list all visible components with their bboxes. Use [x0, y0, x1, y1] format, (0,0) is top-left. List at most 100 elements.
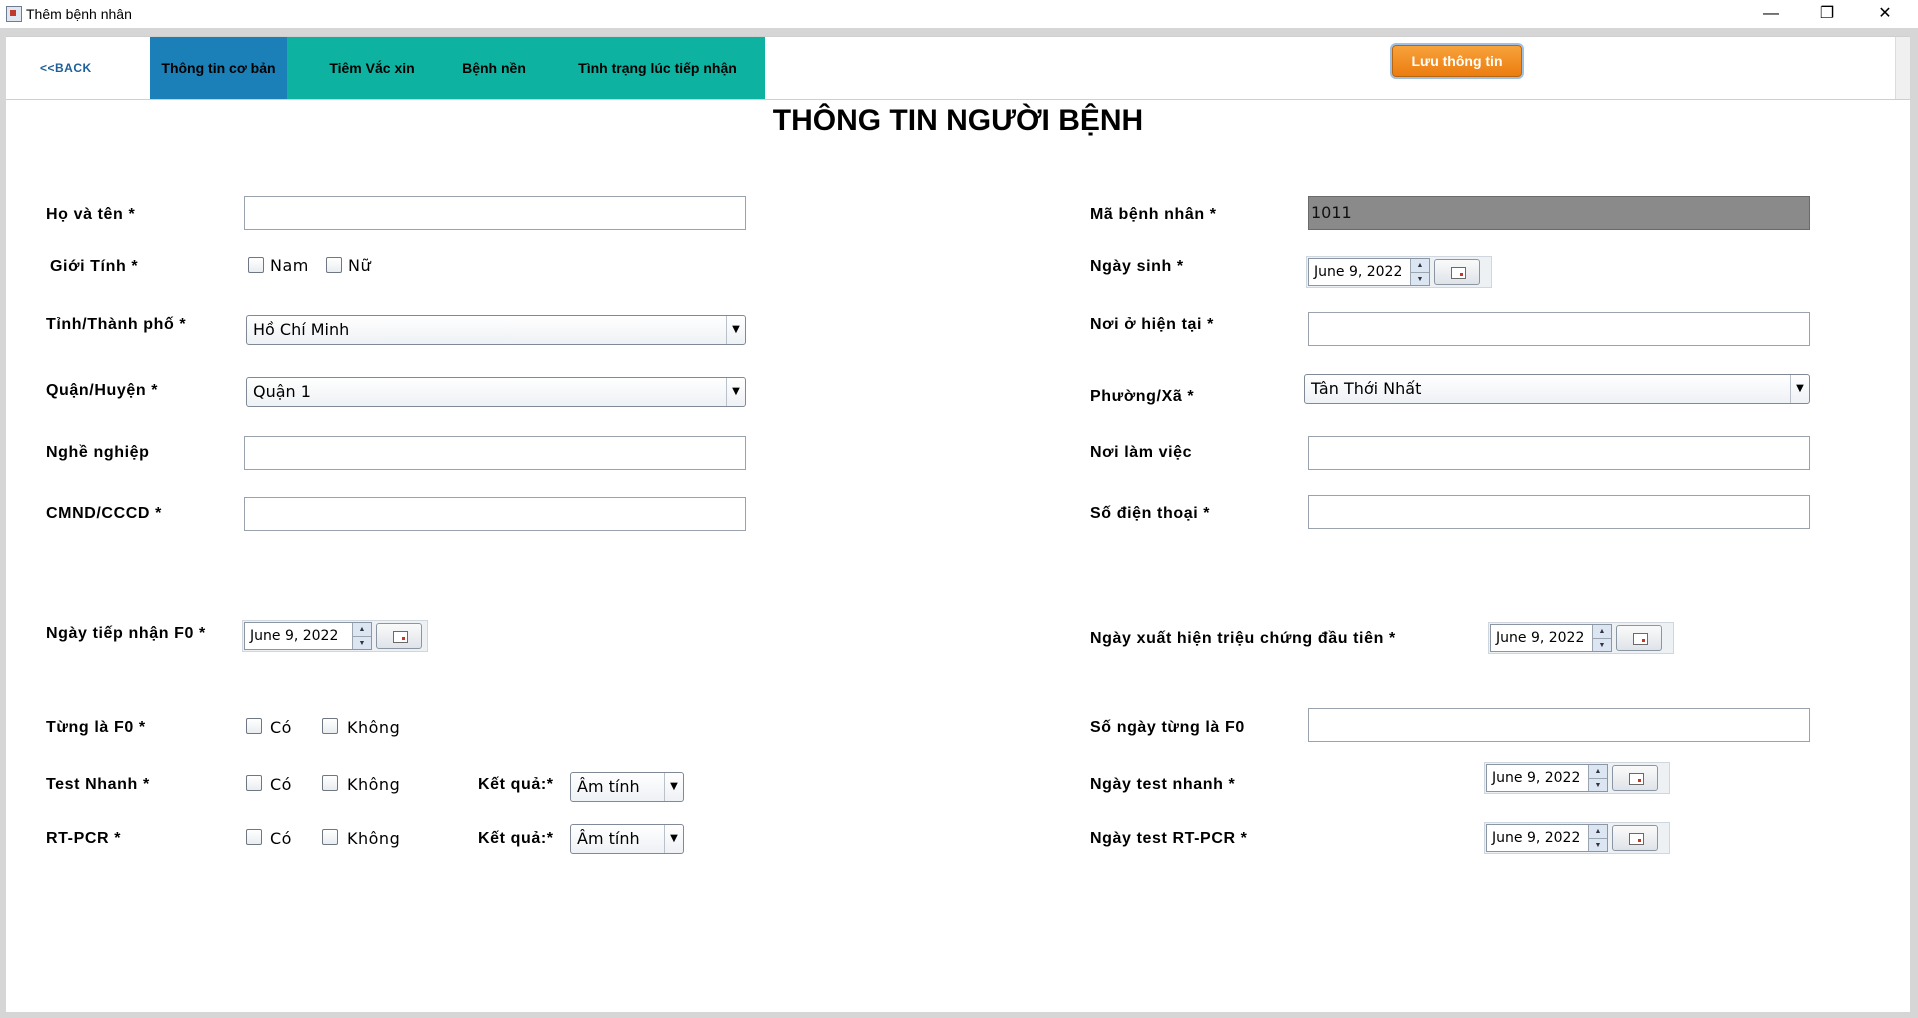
save-button[interactable]: Lưu thông tin [1392, 45, 1522, 77]
district-select[interactable]: Quận 1 ▼ [246, 377, 746, 407]
was-f0-yes-label: Có [270, 718, 292, 737]
chevron-down-icon: ▼ [726, 378, 745, 406]
rapid-date-spinner[interactable]: June 9, 2022 ▲ ▼ [1486, 764, 1608, 792]
spinner-buttons[interactable]: ▲ ▼ [1592, 625, 1611, 651]
pcr-yes-checkbox[interactable] [246, 829, 262, 845]
scrollbar[interactable] [1895, 37, 1910, 99]
spinner-buttons[interactable]: ▲ ▼ [1410, 259, 1429, 285]
close-button[interactable]: ✕ [1862, 0, 1908, 28]
rapid-no-checkbox[interactable] [322, 775, 338, 791]
rapid-result-value: Âm tính [577, 777, 640, 796]
tab-bar: Thông tin cơ bản Tiêm Vắc xin Bệnh nền T… [150, 37, 765, 99]
phone-label: Số điện thoại * [1090, 505, 1211, 522]
dob-value: June 9, 2022 [1314, 264, 1403, 280]
calendar-icon [1629, 833, 1644, 845]
rapid-yes-checkbox[interactable] [246, 775, 262, 791]
calendar-icon [1633, 633, 1648, 645]
workplace-input[interactable] [1308, 436, 1810, 470]
chevron-down-icon: ▼ [664, 825, 683, 853]
id-card-input[interactable] [244, 497, 746, 531]
page-title: THÔNG TIN NGƯỜI BỆNH [772, 104, 1144, 137]
was-f0-no-label: Không [347, 718, 401, 737]
admit-date-label: Ngày tiếp nhận F0 * [46, 625, 206, 642]
rapid-calendar-button[interactable] [1612, 765, 1658, 791]
days-f0-input[interactable] [1308, 708, 1810, 742]
rapid-date-value: June 9, 2022 [1492, 770, 1581, 786]
tab-underlying-disease[interactable]: Bệnh nền [438, 37, 550, 99]
ward-select[interactable]: Tân Thới Nhất ▼ [1304, 374, 1810, 404]
male-checkbox[interactable] [248, 257, 264, 273]
pcr-result-select[interactable]: Âm tính ▼ [570, 824, 684, 854]
patient-code-input: 1011 [1308, 196, 1810, 230]
was-f0-yes-checkbox[interactable] [246, 718, 262, 734]
rt-pcr-label: RT-PCR * [46, 830, 122, 847]
admit-date-spinner[interactable]: June 9, 2022 ▲ ▼ [244, 622, 372, 650]
spinner-buttons[interactable]: ▲ ▼ [352, 623, 371, 649]
tab-admission-status[interactable]: Tình trạng lúc tiếp nhận [550, 37, 765, 99]
rapid-result-label: Kết quả:* [478, 776, 554, 793]
district-label: Quận/Huyện * [46, 382, 159, 399]
chevron-down-icon: ▼ [726, 316, 745, 344]
calendar-icon [1629, 773, 1644, 785]
province-label: Tỉnh/Thành phố * [46, 316, 187, 333]
days-f0-label: Số ngày từng là F0 [1090, 719, 1245, 736]
rapid-result-select[interactable]: Âm tính ▼ [570, 772, 684, 802]
form-panel: <<BACK Thông tin cơ bản Tiêm Vắc xin Bện… [6, 36, 1910, 1012]
pcr-result-label: Kết quả:* [478, 830, 554, 847]
window-frame: <<BACK Thông tin cơ bản Tiêm Vắc xin Bện… [0, 28, 1918, 1018]
pcr-yes-label: Có [270, 829, 292, 848]
dob-spinner[interactable]: June 9, 2022 ▲ ▼ [1308, 258, 1430, 286]
dob-label: Ngày sinh * [1090, 258, 1184, 275]
window-title: Thêm bệnh nhân [26, 6, 132, 22]
minimize-button[interactable]: — [1748, 0, 1794, 28]
tab-vaccination[interactable]: Tiêm Vắc xin [287, 37, 457, 99]
symptom-date-value: June 9, 2022 [1496, 630, 1585, 646]
rapid-no-label: Không [347, 775, 401, 794]
dob-calendar-button[interactable] [1434, 259, 1480, 285]
current-address-input[interactable] [1308, 312, 1810, 346]
spinner-buttons[interactable]: ▲ ▼ [1588, 825, 1607, 851]
fullname-label: Họ và tên * [46, 206, 136, 223]
pcr-date-value: June 9, 2022 [1492, 830, 1581, 846]
top-nav: <<BACK Thông tin cơ bản Tiêm Vắc xin Bện… [6, 36, 1910, 100]
male-label: Nam [270, 256, 309, 275]
rapid-yes-label: Có [270, 775, 292, 794]
pcr-calendar-button[interactable] [1612, 825, 1658, 851]
tab-basic-info[interactable]: Thông tin cơ bản [150, 37, 287, 99]
symptom-date-spinner[interactable]: June 9, 2022 ▲ ▼ [1490, 624, 1612, 652]
admit-calendar-button[interactable] [376, 623, 422, 649]
id-card-label: CMND/CCCD * [46, 505, 162, 522]
province-value: Hồ Chí Minh [253, 320, 350, 339]
pcr-date-spinner[interactable]: June 9, 2022 ▲ ▼ [1486, 824, 1608, 852]
district-value: Quận 1 [253, 382, 311, 401]
title-bar: Thêm bệnh nhân — ❐ ✕ [0, 0, 1918, 28]
patient-code-label: Mã bệnh nhân * [1090, 206, 1217, 223]
rapid-date-label: Ngày test nhanh * [1090, 776, 1236, 793]
phone-input[interactable] [1308, 495, 1810, 529]
gender-label: Giới Tính * [50, 258, 139, 275]
chevron-down-icon: ▼ [664, 773, 683, 801]
pcr-no-label: Không [347, 829, 401, 848]
province-select[interactable]: Hồ Chí Minh ▼ [246, 315, 746, 345]
female-checkbox[interactable] [326, 257, 342, 273]
symptom-calendar-button[interactable] [1616, 625, 1662, 651]
pcr-no-checkbox[interactable] [322, 829, 338, 845]
current-address-label: Nơi ở hiện tại * [1090, 316, 1214, 333]
calendar-icon [393, 631, 408, 643]
pcr-date-label: Ngày test RT-PCR * [1090, 830, 1248, 847]
symptom-date-label: Ngày xuất hiện triệu chứng đầu tiên * [1090, 630, 1396, 647]
ward-label: Phường/Xã * [1090, 388, 1195, 405]
was-f0-no-checkbox[interactable] [322, 718, 338, 734]
restore-button[interactable]: ❐ [1804, 0, 1850, 28]
back-button[interactable]: <<BACK [6, 37, 150, 99]
fullname-input[interactable] [244, 196, 746, 230]
calendar-icon [1451, 267, 1466, 279]
occupation-input[interactable] [244, 436, 746, 470]
was-f0-label: Từng là F0 * [46, 719, 146, 736]
chevron-down-icon: ▼ [1790, 375, 1809, 403]
java-app-icon [6, 6, 22, 22]
ward-value: Tân Thới Nhất [1311, 379, 1422, 398]
admit-date-value: June 9, 2022 [250, 628, 339, 644]
spinner-buttons[interactable]: ▲ ▼ [1588, 765, 1607, 791]
rapid-test-label: Test Nhanh * [46, 776, 150, 793]
